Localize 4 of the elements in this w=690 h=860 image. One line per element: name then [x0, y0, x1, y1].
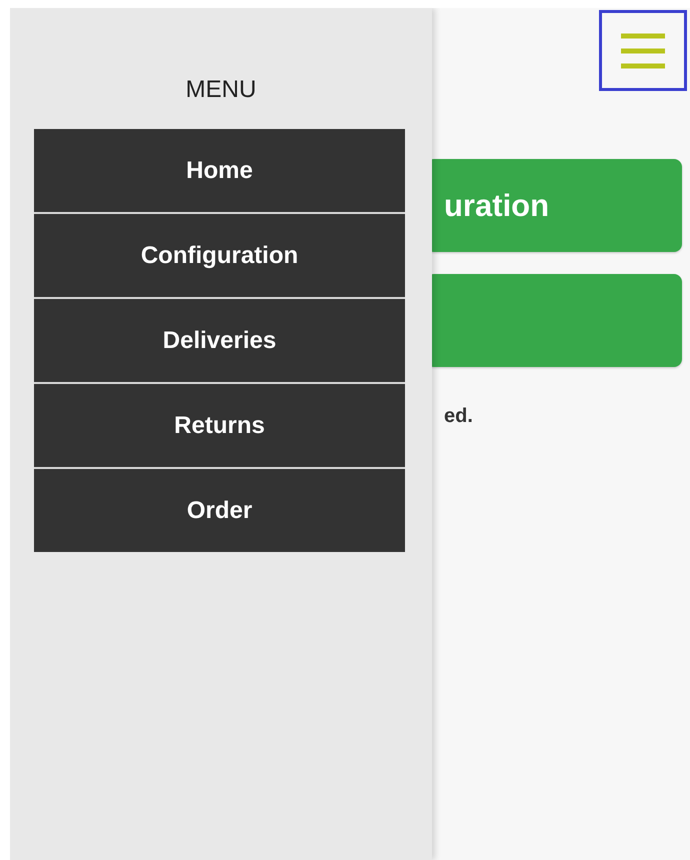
message-text: ed.	[443, 405, 474, 428]
menu-icon	[621, 32, 665, 68]
drawer-title: MENU	[186, 76, 256, 104]
menu-button[interactable]	[599, 10, 687, 91]
